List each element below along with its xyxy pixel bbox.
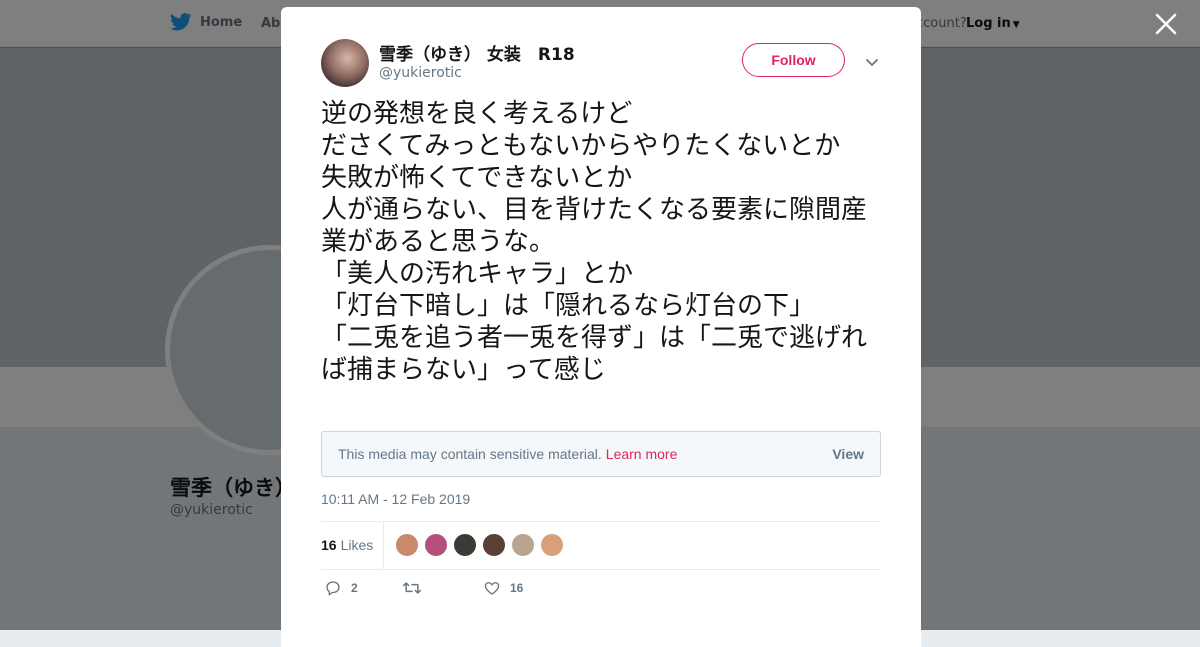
- liker-avatar[interactable]: [482, 533, 506, 557]
- likes-label: Likes: [340, 537, 374, 553]
- reply-button[interactable]: 2: [324, 579, 358, 597]
- tweet-text: 逆の発想を良く考えるけど ださくてみっともないからやりたくないとか 失敗が怖くて…: [321, 99, 868, 385]
- liker-avatar[interactable]: [453, 533, 477, 557]
- reply-count: 2: [351, 581, 358, 595]
- sensitive-media-notice: This media may contain sensitive materia…: [321, 431, 881, 477]
- liker-avatar[interactable]: [511, 533, 535, 557]
- liker-avatar[interactable]: [395, 533, 419, 557]
- like-button[interactable]: 16: [483, 579, 523, 597]
- tweet-modal: 雪季（ゆき） 女装 R18 @yukierotic Follow 逆の発想を良く…: [281, 7, 921, 647]
- stats-divider: [383, 522, 384, 569]
- reply-icon: [326, 581, 340, 596]
- likes-stat[interactable]: 16 Likes: [321, 537, 373, 553]
- liker-avatars: [395, 533, 564, 557]
- view-media-button[interactable]: View: [832, 446, 864, 462]
- avatar[interactable]: [321, 39, 369, 87]
- retweet-button[interactable]: [402, 579, 431, 597]
- author-name[interactable]: 雪季（ゆき） 女装 R18: [379, 40, 575, 65]
- chevron-down-icon[interactable]: [865, 55, 879, 69]
- retweet-icon: [402, 582, 422, 594]
- liker-avatar[interactable]: [424, 533, 448, 557]
- heart-icon: [484, 582, 500, 595]
- liker-avatar[interactable]: [540, 533, 564, 557]
- author-handle[interactable]: @yukierotic: [379, 65, 462, 81]
- sensitive-media-message: This media may contain sensitive materia…: [338, 446, 677, 462]
- close-icon[interactable]: [1154, 12, 1178, 36]
- like-count: 16: [510, 581, 524, 595]
- likes-count: 16: [321, 537, 337, 553]
- follow-button[interactable]: Follow: [742, 43, 845, 77]
- learn-more-link[interactable]: Learn more: [606, 446, 678, 462]
- tweet-stats: 16 Likes: [321, 521, 881, 570]
- sensitive-media-text: This media may contain sensitive materia…: [338, 446, 602, 462]
- tweet-timestamp[interactable]: 10:11 AM - 12 Feb 2019: [321, 491, 470, 507]
- tweet-actions: 2 16: [321, 579, 881, 603]
